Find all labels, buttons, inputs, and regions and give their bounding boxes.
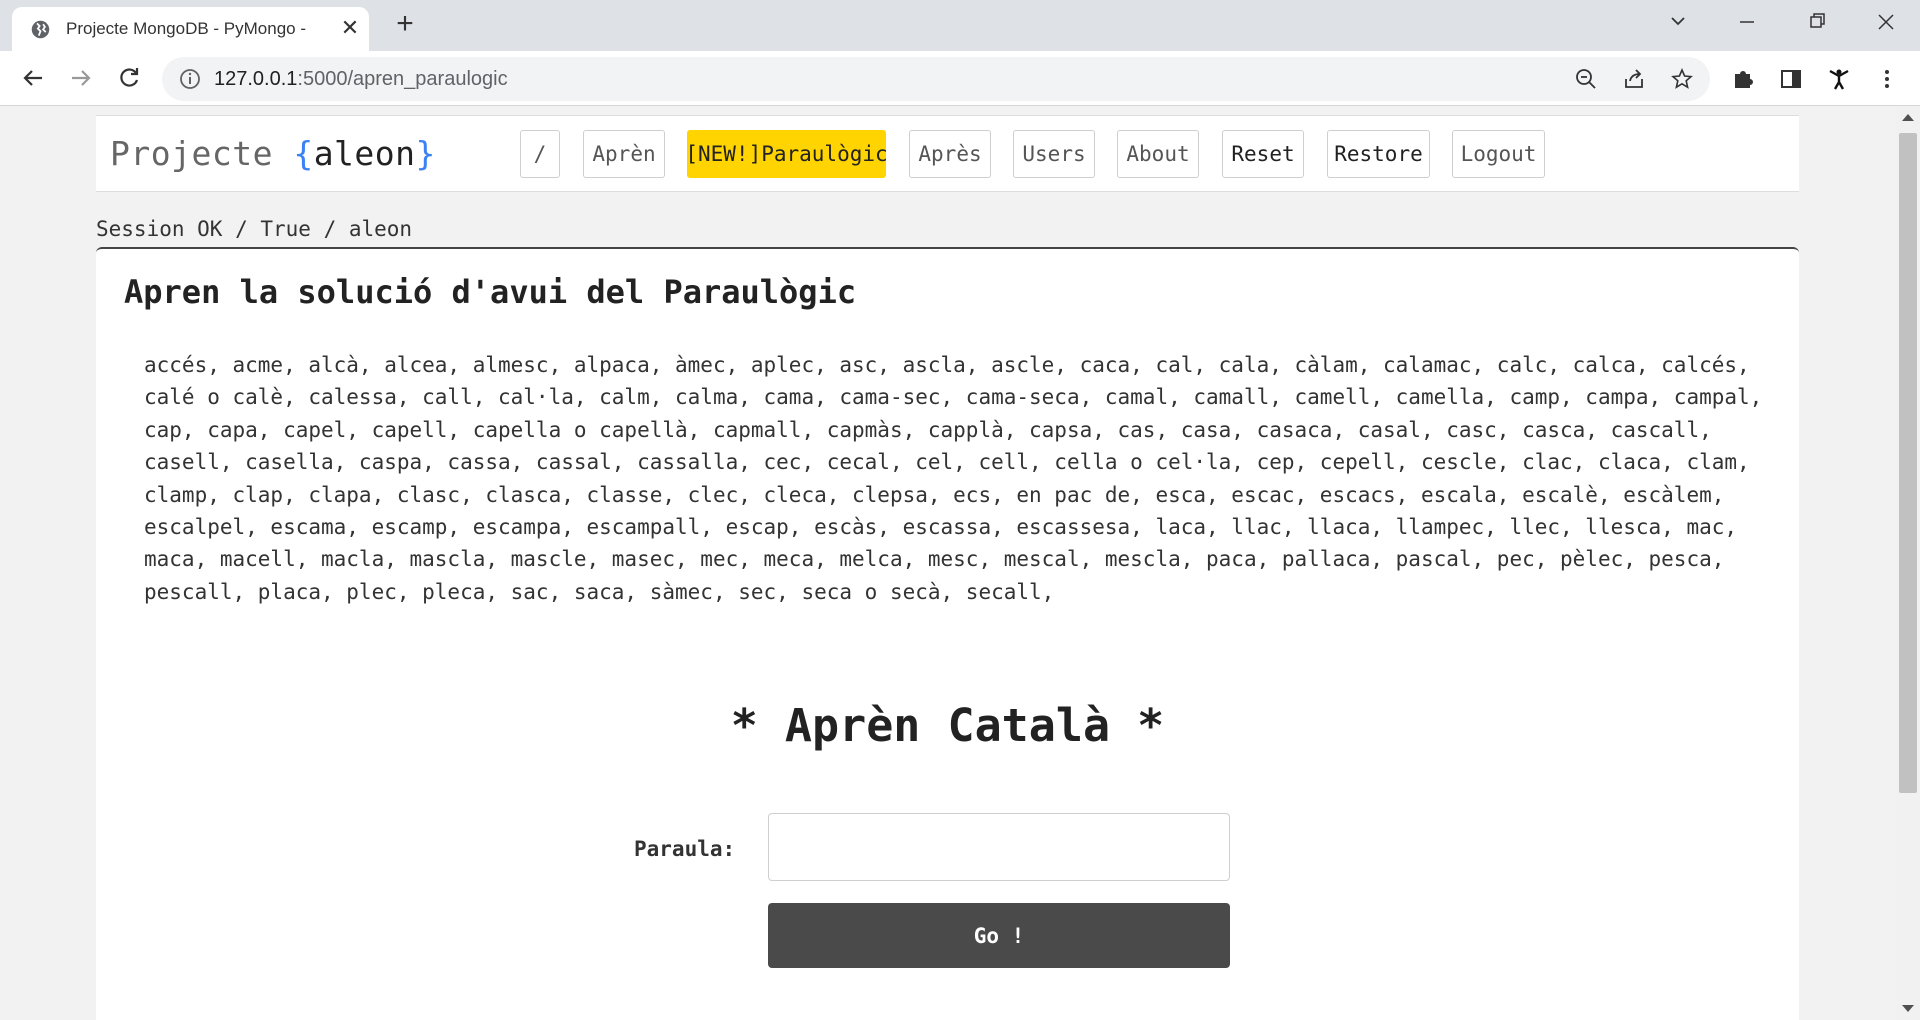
- browser-menu-icon[interactable]: [1874, 66, 1900, 92]
- scroll-up-arrow-icon[interactable]: [1902, 114, 1914, 121]
- nav-about-button[interactable]: About: [1117, 130, 1199, 178]
- brand-prefix: Projecte: [110, 134, 294, 173]
- extensions-puzzle-icon[interactable]: [1730, 66, 1756, 92]
- nav-home-button[interactable]: /: [520, 130, 560, 178]
- tab-strip: Projecte MongoDB - PyMongo - ✕ +: [0, 0, 1920, 51]
- apren-catala-heading: * Aprèn Català *: [730, 699, 1165, 752]
- bookmark-star-icon[interactable]: [1670, 67, 1694, 91]
- side-panel-icon[interactable]: [1778, 66, 1804, 92]
- tab-search-chevron-icon[interactable]: [1658, 8, 1698, 36]
- nav-paraulogic-button[interactable]: [NEW!]Paraulògic: [685, 130, 888, 178]
- session-status: Session OK / True / aleon: [96, 217, 413, 241]
- paraula-label: Paraula:: [634, 837, 736, 861]
- nav-restore-button[interactable]: Restore: [1327, 130, 1430, 178]
- page-viewport: Projecte {aleon} / Aprèn [NEW!]Paraulògi…: [0, 107, 1896, 1020]
- profile-avatar-icon[interactable]: [1826, 66, 1852, 92]
- globe-icon: [31, 20, 50, 39]
- solution-word-list: accés, acme, alcà, alcea, almesc, alpaca…: [144, 353, 1763, 604]
- nav-apren-button[interactable]: Aprèn: [583, 130, 665, 178]
- url-path: :5000/apren_paraulogic: [297, 68, 508, 90]
- back-arrow-icon[interactable]: [18, 63, 48, 93]
- zoom-out-icon[interactable]: [1574, 67, 1598, 91]
- page-title: Apren la solució d'avui del Paraulògic: [124, 273, 857, 311]
- tab-title: Projecte MongoDB - PyMongo -: [66, 19, 306, 38]
- url-host: 127.0.0.1: [214, 68, 298, 90]
- address-bar[interactable]: 127.0.0.1:5000/apren_paraulogic: [162, 57, 1710, 101]
- minimize-icon[interactable]: [1727, 8, 1767, 36]
- scrollbar-thumb[interactable]: [1899, 133, 1917, 793]
- brand-close-brace: }: [415, 134, 436, 173]
- browser-tab[interactable]: Projecte MongoDB - PyMongo - ✕: [12, 7, 369, 51]
- new-tab-icon[interactable]: +: [390, 9, 420, 40]
- main-card: Apren la solució d'avui del Paraulògic a…: [96, 247, 1799, 1020]
- share-icon[interactable]: [1622, 67, 1646, 91]
- paraula-input[interactable]: [768, 813, 1230, 881]
- forward-arrow-icon[interactable]: [66, 63, 96, 93]
- restore-window-icon[interactable]: [1797, 8, 1837, 36]
- nav-logout-button[interactable]: Logout: [1452, 130, 1545, 178]
- url-text[interactable]: 127.0.0.1:5000/apren_paraulogic: [214, 68, 508, 91]
- go-button[interactable]: Go !: [768, 903, 1230, 968]
- nav-apres-button[interactable]: Après: [909, 130, 991, 178]
- browser-toolbar: 127.0.0.1:5000/apren_paraulogic: [0, 51, 1920, 106]
- site-info-icon[interactable]: [178, 67, 202, 91]
- brand-user: aleon: [313, 134, 416, 173]
- nav-reset-button[interactable]: Reset: [1222, 130, 1304, 178]
- close-window-icon[interactable]: [1866, 8, 1906, 36]
- nav-users-button[interactable]: Users: [1013, 130, 1095, 178]
- close-tab-icon[interactable]: ✕: [339, 17, 361, 40]
- reload-icon[interactable]: [114, 63, 144, 93]
- site-header: Projecte {aleon} / Aprèn [NEW!]Paraulògi…: [96, 115, 1799, 192]
- site-brand[interactable]: Projecte {aleon}: [110, 134, 436, 173]
- scroll-down-arrow-icon[interactable]: [1902, 1005, 1914, 1012]
- brand-open-brace: {: [293, 134, 314, 173]
